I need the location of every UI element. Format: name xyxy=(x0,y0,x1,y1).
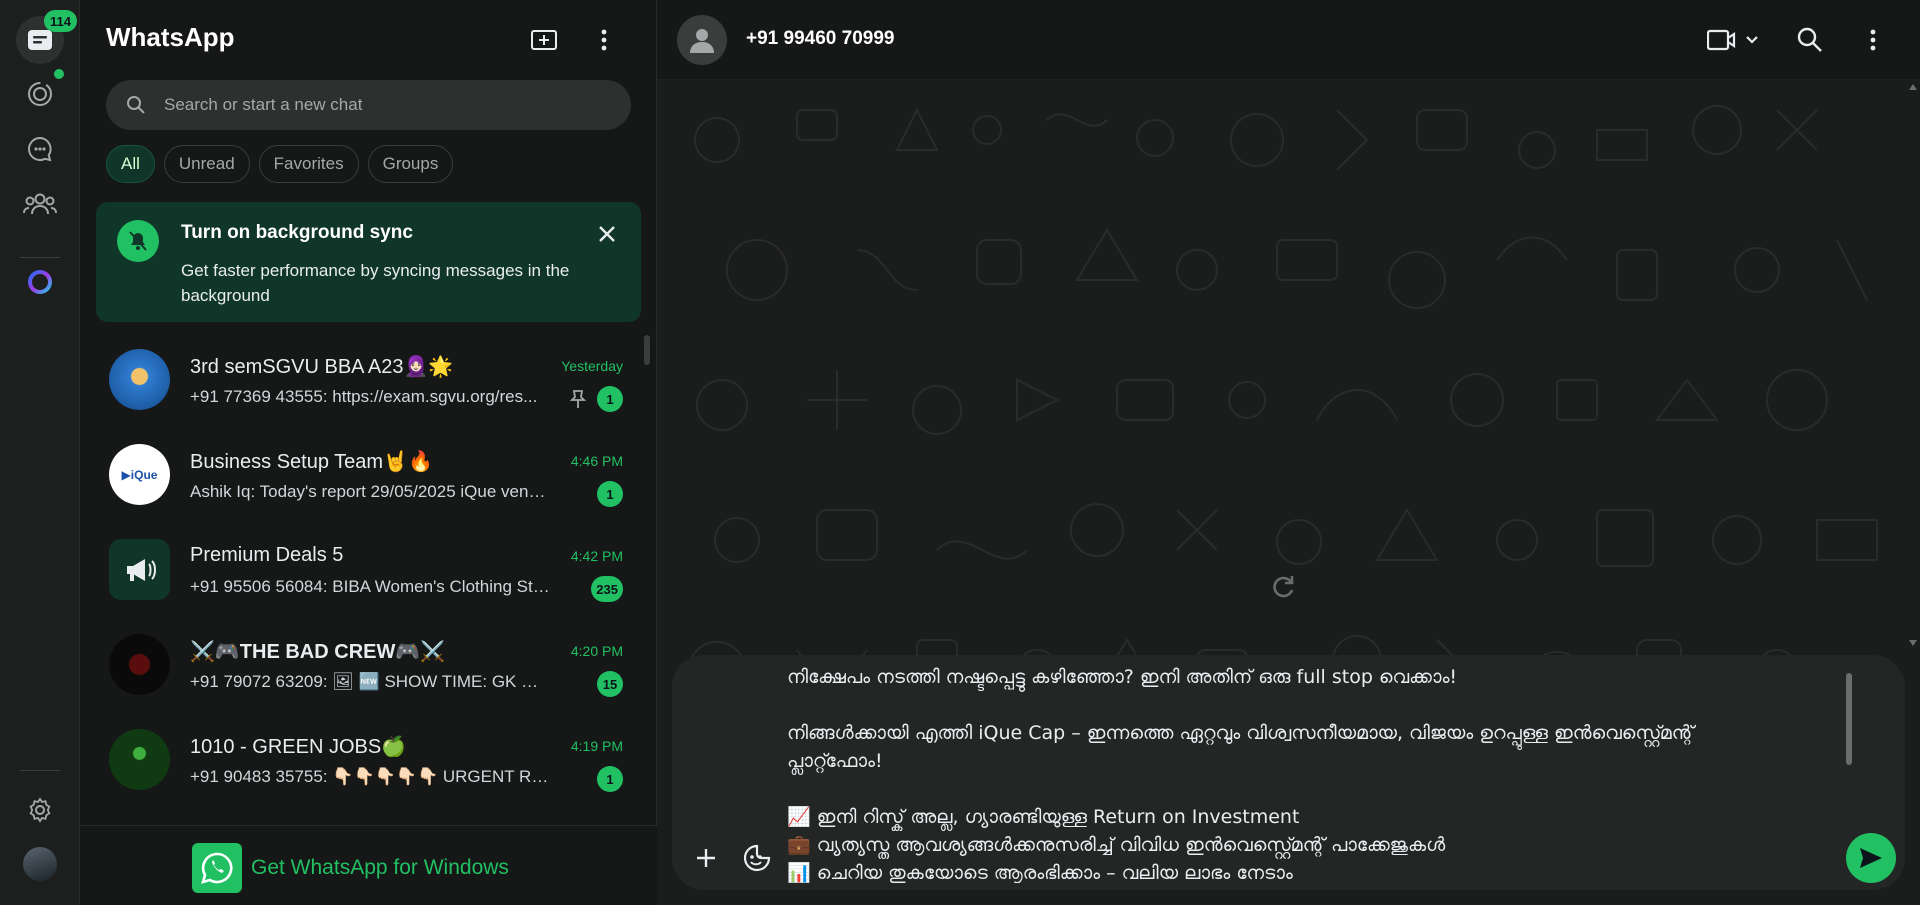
attach-icon[interactable] xyxy=(688,840,724,876)
chat-preview: Ashik Iq: Today's report 29/05/2025 iQue… xyxy=(190,482,550,501)
send-icon xyxy=(1860,848,1882,868)
contact-name: +91 99460 70999 xyxy=(746,28,895,49)
megaphone-icon xyxy=(109,539,170,600)
composer-line: നിങ്ങൾക്കായി എത്തി iQue Cap – ഇന്നത്തെ ഏ… xyxy=(787,722,1694,744)
chat-avatar xyxy=(109,729,170,790)
composer-line: നിക്ഷേപം നടത്തി നഷ്ടപ്പെട്ടു കഴിഞ്ഞോ? ഇന… xyxy=(787,666,1458,688)
chat-item[interactable]: ⚔️🎮THE BAD CREW🎮⚔️ 4:20 PM +91 79072 632… xyxy=(80,620,645,715)
profile-avatar[interactable] xyxy=(16,840,64,888)
composer-line xyxy=(787,775,1847,803)
send-button[interactable] xyxy=(1846,833,1896,883)
chat-preview: +91 95506 56084: BIBA Women's Clothing S… xyxy=(190,577,550,596)
chat-avatar: ▶iQue xyxy=(109,444,170,505)
sync-banner-title: Turn on background sync xyxy=(181,222,413,243)
filter-chips: All Unread Favorites Groups xyxy=(106,145,454,183)
chat-time: 4:46 PM xyxy=(570,453,623,469)
filter-favorites[interactable]: Favorites xyxy=(258,145,359,183)
reload-icon[interactable] xyxy=(1269,572,1299,602)
unread-badge: 235 xyxy=(591,576,623,602)
composer-line: 📊 ചെറിയ തുകയോടെ ആരംഭിക്കാം – വലിയ ലാഭം ന… xyxy=(787,862,1293,883)
meta-ai-icon[interactable] xyxy=(16,258,64,306)
sync-banner-body: Get faster performance by syncing messag… xyxy=(181,261,570,305)
contact-avatar[interactable] xyxy=(677,15,727,65)
chat-item[interactable]: 1010 - GREEN JOBS🍏 4:19 PM +91 90483 357… xyxy=(80,715,645,810)
chat-name: Premium Deals 5 xyxy=(190,544,344,566)
communities-icon[interactable] xyxy=(16,180,64,228)
composer-line xyxy=(787,691,1847,719)
chat-name: 1010 - GREEN JOBS🍏 xyxy=(190,736,407,758)
sticker-icon[interactable] xyxy=(739,840,775,876)
settings-icon[interactable] xyxy=(16,786,64,834)
conversation-scrollbar[interactable] xyxy=(1906,80,1920,650)
message-composer[interactable]: നിക്ഷേപം നടത്തി നഷ്ടപ്പെട്ടു കഴിഞ്ഞോ? ഇന… xyxy=(672,655,1905,890)
filter-groups[interactable]: Groups xyxy=(367,145,454,183)
filter-all[interactable]: All xyxy=(106,145,155,183)
chat-name: ⚔️🎮THE BAD CREW🎮⚔️ xyxy=(190,641,446,663)
app-title: WhatsApp xyxy=(106,22,235,52)
chat-name: 3rd semSGVU BBA A23🧕🏻🌟 xyxy=(190,356,454,378)
unread-badge: 1 xyxy=(597,481,623,507)
chat-list: 3rd semSGVU BBA A23🧕🏻🌟 Yesterday +91 773… xyxy=(80,335,657,825)
background-sync-banner[interactable]: Turn on background sync Get faster perfo… xyxy=(96,202,641,322)
chat-list-panel: WhatsApp All Unread Favorites Groups Tur… xyxy=(80,0,657,905)
chat-name: Business Setup Team🤘🔥 xyxy=(190,451,433,473)
search-icon[interactable] xyxy=(1797,22,1823,58)
filter-unread[interactable]: Unread xyxy=(163,145,250,183)
channels-icon[interactable] xyxy=(16,125,64,173)
search-icon xyxy=(127,96,145,114)
chat-avatar xyxy=(109,349,170,410)
chat-preview: +91 79072 63209: 🖼 🆕 SHOW TIME: GK DIRE.… xyxy=(190,672,550,691)
get-windows-banner[interactable]: Get WhatsApp for Windows xyxy=(80,825,657,905)
chat-time: 4:19 PM xyxy=(570,738,623,754)
video-call-icon[interactable] xyxy=(1707,22,1759,58)
composer-line: 📈 ഇനി റിസ്ക് അല്ല, ഗ്യാരണ്ടിയുള്ള Return… xyxy=(787,806,1300,828)
bell-off-icon xyxy=(117,220,159,262)
search-bar[interactable] xyxy=(106,80,631,130)
chat-time: Yesterday xyxy=(561,358,623,374)
conversation-header[interactable]: +91 99460 70999 xyxy=(657,0,1920,80)
chat-preview: +91 77369 43555: https://exam.sgvu.org/r… xyxy=(190,387,538,406)
status-new-dot xyxy=(54,69,64,79)
chat-item[interactable]: Premium Deals 5 4:42 PM +91 95506 56084:… xyxy=(80,525,645,620)
unread-badge: 1 xyxy=(597,766,623,792)
search-input[interactable] xyxy=(164,95,564,115)
rail-divider-bottom xyxy=(20,770,60,771)
pin-icon xyxy=(569,390,587,408)
unread-badge: 1 xyxy=(597,386,623,412)
unread-badge: 15 xyxy=(597,671,623,697)
chat-item[interactable]: 3rd semSGVU BBA A23🧕🏻🌟 Yesterday +91 773… xyxy=(80,335,645,430)
new-chat-icon[interactable] xyxy=(526,22,562,58)
menu-icon[interactable] xyxy=(1870,22,1876,58)
message-input[interactable]: നിക്ഷേപം നടത്തി നഷ്ടപ്പെട്ടു കഴിഞ്ഞോ? ഇന… xyxy=(787,663,1847,883)
whatsapp-logo-icon xyxy=(192,843,242,893)
chat-item[interactable]: ▶iQue Business Setup Team🤘🔥 4:46 PM Ashi… xyxy=(80,430,645,525)
chat-avatar xyxy=(109,634,170,695)
composer-line: പ്ലാറ്റ്ഫോം! xyxy=(787,750,883,772)
close-icon[interactable] xyxy=(593,220,621,248)
conversation-panel: +91 99460 70999 നിക്ഷേപം നടത്തി നഷ്ടപ്പെ… xyxy=(657,0,1920,905)
get-windows-link[interactable]: Get WhatsApp for Windows xyxy=(251,856,509,880)
menu-icon[interactable] xyxy=(586,22,622,58)
chat-time: 4:20 PM xyxy=(570,643,623,659)
chat-time: 4:42 PM xyxy=(570,548,623,564)
unread-count-badge: 114 xyxy=(44,10,77,32)
chat-preview: +91 90483 35755: 👇🏻👇🏻👇🏻👇🏻👇🏻 URGENT REQ..… xyxy=(190,767,550,786)
composer-scrollbar[interactable] xyxy=(1846,673,1852,765)
nav-rail: 114 xyxy=(0,0,80,905)
composer-line: 💼 വ്യത്യസ്ത ആവശ്യങ്ങൾക്കനുസരിച്ച് വിവിധ … xyxy=(787,834,1446,856)
